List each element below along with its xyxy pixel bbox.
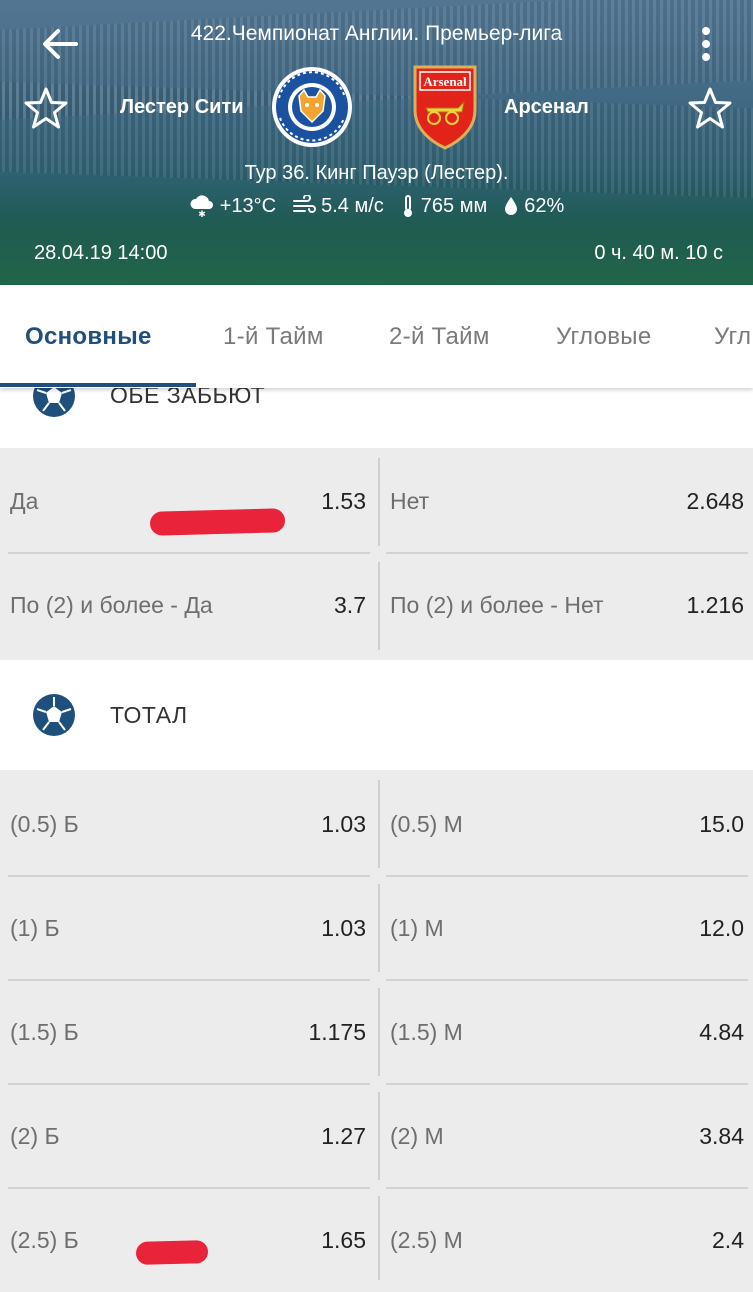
outcome-label: Да bbox=[10, 488, 39, 514]
odds-row: По (2) и более - Да 3.7 По (2) и более -… bbox=[0, 554, 753, 657]
match-datetime: 28.04.19 14:00 bbox=[34, 242, 168, 264]
tab-corners-more[interactable]: Угл bbox=[714, 323, 751, 351]
snow-cloud-icon: ✱ bbox=[190, 195, 213, 217]
odds-value: 1.65 bbox=[321, 1227, 366, 1253]
odds-cell-under-2-5[interactable]: (2.5) М 2.4 bbox=[388, 1189, 748, 1292]
odds-row: (2.5) Б 1.65 (2.5) М 2.4 bbox=[0, 1189, 753, 1280]
section-title-total: ТОТАЛ bbox=[110, 702, 188, 728]
humidity-drop-icon bbox=[505, 197, 518, 215]
odds-cell-under-0-5[interactable]: (0.5) М 15.0 bbox=[388, 773, 748, 876]
odds-value: 1.27 bbox=[321, 1123, 366, 1149]
outcome-label: (0.5) М bbox=[390, 811, 463, 837]
arsenal-crest-icon: Arsenal bbox=[413, 65, 477, 150]
svg-text:✱: ✱ bbox=[198, 210, 206, 217]
odds-value: 15.0 bbox=[699, 811, 744, 837]
odds-cell-under-2[interactable]: (2) М 3.84 bbox=[388, 1085, 748, 1188]
match-countdown: 0 ч. 40 м. 10 с bbox=[594, 242, 723, 264]
tab-first-half[interactable]: 1-й Тайм bbox=[223, 323, 324, 351]
outcome-label: (0.5) Б bbox=[10, 811, 79, 837]
thermometer-icon bbox=[403, 195, 412, 217]
outcome-label: (1) М bbox=[390, 915, 444, 941]
odds-cell-under-1-5[interactable]: (1.5) М 4.84 bbox=[388, 981, 748, 1084]
outcome-label: По (2) и более - Нет bbox=[390, 592, 604, 618]
outcome-label: (1) Б bbox=[10, 915, 60, 941]
odds-value: 4.84 bbox=[699, 1019, 744, 1045]
match-header: 422.Чемпионат Англии. Премьер-лига Лесте… bbox=[0, 0, 753, 285]
favorite-away-star-icon[interactable] bbox=[688, 86, 732, 130]
odds-value: 1.216 bbox=[686, 592, 744, 618]
odds-value: 1.53 bbox=[321, 488, 366, 514]
leicester-city-crest-icon bbox=[272, 67, 352, 147]
wind-value: 5.4 м/с bbox=[321, 194, 384, 217]
outcome-label: По (2) и более - Да bbox=[10, 592, 213, 618]
odds-cell-two-plus-no[interactable]: По (2) и более - Нет 1.216 bbox=[388, 554, 748, 657]
tab-corners[interactable]: Угловые bbox=[556, 323, 651, 351]
weather-bar: ✱ +13°C 5.4 м/с 765 мм 62% bbox=[0, 194, 753, 218]
outcome-label: (1.5) М bbox=[390, 1019, 463, 1045]
odds-cell-two-plus-yes[interactable]: По (2) и более - Да 3.7 bbox=[10, 554, 370, 657]
odds-row: (1.5) Б 1.175 (1.5) М 4.84 bbox=[0, 981, 753, 1084]
outcome-label: Нет bbox=[390, 488, 430, 514]
odds-value: 2.4 bbox=[712, 1227, 744, 1253]
red-annotation-mark bbox=[149, 508, 286, 536]
soccer-ball-icon bbox=[33, 694, 75, 736]
outcome-label: (2.5) Б bbox=[10, 1227, 79, 1253]
away-team-name[interactable]: Арсенал bbox=[504, 96, 589, 119]
home-team-name[interactable]: Лестер Сити bbox=[120, 96, 244, 119]
odds-row: Да 1.53 Нет 2.648 bbox=[0, 450, 753, 553]
tab-second-half[interactable]: 2-й Тайм bbox=[389, 323, 490, 351]
odds-value: 3.84 bbox=[699, 1123, 744, 1149]
odds-row: (2) Б 1.27 (2) М 3.84 bbox=[0, 1085, 753, 1188]
red-annotation-mark bbox=[135, 1240, 209, 1265]
outcome-label: (1.5) Б bbox=[10, 1019, 79, 1045]
odds-value: 1.175 bbox=[308, 1019, 366, 1045]
section-header-total[interactable]: ТОТАЛ bbox=[0, 660, 753, 770]
odds-value: 1.03 bbox=[321, 811, 366, 837]
more-vertical-icon[interactable] bbox=[694, 24, 718, 64]
humidity-value: 62% bbox=[524, 194, 565, 217]
venue-text: Тур 36. Кинг Пауэр (Лестер). bbox=[244, 162, 509, 184]
pressure-value: 765 мм bbox=[420, 194, 488, 217]
odds-cell-over-1[interactable]: (1) Б 1.03 bbox=[10, 877, 370, 980]
tab-main[interactable]: Основные bbox=[25, 323, 152, 351]
odds-row: (1) Б 1.03 (1) М 12.0 bbox=[0, 877, 753, 980]
odds-value: 2.648 bbox=[686, 488, 744, 514]
favorite-home-star-icon[interactable] bbox=[24, 86, 68, 130]
odds-row: (0.5) Б 1.03 (0.5) М 15.0 bbox=[0, 773, 753, 876]
outcome-label: (2) Б bbox=[10, 1123, 60, 1149]
odds-cell-over-2[interactable]: (2) Б 1.27 bbox=[10, 1085, 370, 1188]
arsenal-crest-text: Arsenal bbox=[423, 74, 467, 89]
league-title: 422.Чемпионат Англии. Премьер-лига bbox=[190, 22, 563, 45]
market-tabs: Основные 1-й Тайм 2-й Тайм Угловые Угл bbox=[0, 285, 753, 388]
odds-value: 1.03 bbox=[321, 915, 366, 941]
odds-cell-yes[interactable]: Да 1.53 bbox=[10, 450, 370, 553]
outcome-label: (2.5) М bbox=[390, 1227, 463, 1253]
wind-icon bbox=[293, 195, 317, 213]
outcome-label: (2) М bbox=[390, 1123, 444, 1149]
odds-value: 12.0 bbox=[699, 915, 744, 941]
odds-value: 3.7 bbox=[334, 592, 366, 618]
active-tab-indicator bbox=[0, 383, 196, 387]
temperature-value: +13°C bbox=[219, 194, 277, 217]
odds-cell-over-0-5[interactable]: (0.5) Б 1.03 bbox=[10, 773, 370, 876]
odds-cell-no[interactable]: Нет 2.648 bbox=[388, 450, 748, 553]
odds-cell-over-1-5[interactable]: (1.5) Б 1.175 bbox=[10, 981, 370, 1084]
odds-cell-under-1[interactable]: (1) М 12.0 bbox=[388, 877, 748, 980]
